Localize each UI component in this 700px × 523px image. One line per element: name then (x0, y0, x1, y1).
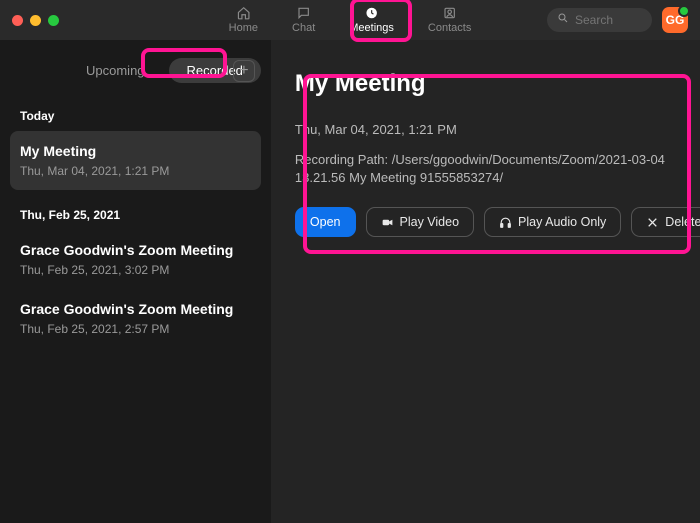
nav-chat[interactable]: Chat (286, 4, 321, 36)
list-item-date: Thu, Mar 04, 2021, 1:21 PM (20, 164, 251, 178)
detail-panel: My Meeting Thu, Mar 04, 2021, 1:21 PM Re… (271, 40, 700, 523)
list-item[interactable]: Grace Goodwin's Zoom Meeting Thu, Feb 25… (10, 230, 261, 289)
avatar[interactable]: GG (662, 7, 688, 33)
contacts-icon (442, 6, 458, 20)
fullscreen-window-button[interactable] (48, 15, 59, 26)
nav-tabs: Home Chat Meetings Contacts (223, 0, 478, 40)
open-label: Open (310, 215, 341, 229)
search-box[interactable] (547, 8, 652, 32)
nav-home-label: Home (229, 22, 258, 34)
nav-chat-label: Chat (292, 22, 315, 34)
detail-actions: Open Play Video Play Audio Only Delete (295, 207, 700, 237)
search-input[interactable] (575, 13, 645, 27)
nav-contacts[interactable]: Contacts (422, 4, 477, 36)
section-header: Thu, Feb 25, 2021 (10, 190, 261, 230)
list-item-title: Grace Goodwin's Zoom Meeting (20, 242, 251, 258)
play-audio-label: Play Audio Only (518, 215, 606, 229)
headphones-icon (499, 216, 512, 229)
detail-datetime: Thu, Mar 04, 2021, 1:21 PM (295, 122, 700, 137)
window-controls (12, 15, 59, 26)
list-item[interactable]: My Meeting Thu, Mar 04, 2021, 1:21 PM (10, 131, 261, 190)
home-icon (235, 6, 251, 20)
minimize-window-button[interactable] (30, 15, 41, 26)
chat-icon (296, 6, 312, 20)
sidebar: Upcoming Recorded + Today My Meeting Thu… (0, 40, 271, 523)
path-label: Recording Path: (295, 152, 388, 167)
nav-home[interactable]: Home (223, 4, 264, 36)
titlebar: Home Chat Meetings Contacts GG (0, 0, 700, 40)
list-item-title: My Meeting (20, 143, 251, 159)
detail-recording-path: Recording Path: /Users/ggoodwin/Document… (295, 151, 700, 187)
play-video-label: Play Video (400, 215, 460, 229)
delete-label: Delete (665, 215, 700, 229)
sidebar-tabs: Upcoming Recorded + (10, 50, 261, 91)
delete-button[interactable]: Delete (631, 207, 700, 237)
video-icon (381, 216, 394, 229)
play-video-button[interactable]: Play Video (366, 207, 475, 237)
close-window-button[interactable] (12, 15, 23, 26)
list-item-date: Thu, Feb 25, 2021, 2:57 PM (20, 322, 251, 336)
detail-title: My Meeting (295, 70, 700, 98)
list-item-title: Grace Goodwin's Zoom Meeting (20, 301, 251, 317)
section-header: Today (10, 91, 261, 131)
nav-meetings[interactable]: Meetings (343, 4, 400, 36)
clock-icon (364, 6, 380, 20)
close-icon (646, 216, 659, 229)
list-item[interactable]: Grace Goodwin's Zoom Meeting Thu, Feb 25… (10, 289, 261, 348)
tab-upcoming[interactable]: Upcoming (68, 58, 163, 83)
search-icon (557, 11, 569, 29)
avatar-initials: GG (666, 13, 685, 27)
list-item-date: Thu, Feb 25, 2021, 3:02 PM (20, 263, 251, 277)
nav-meetings-label: Meetings (349, 22, 394, 34)
add-button[interactable]: + (233, 60, 255, 82)
play-audio-button[interactable]: Play Audio Only (484, 207, 621, 237)
nav-contacts-label: Contacts (428, 22, 471, 34)
open-button[interactable]: Open (295, 207, 356, 237)
